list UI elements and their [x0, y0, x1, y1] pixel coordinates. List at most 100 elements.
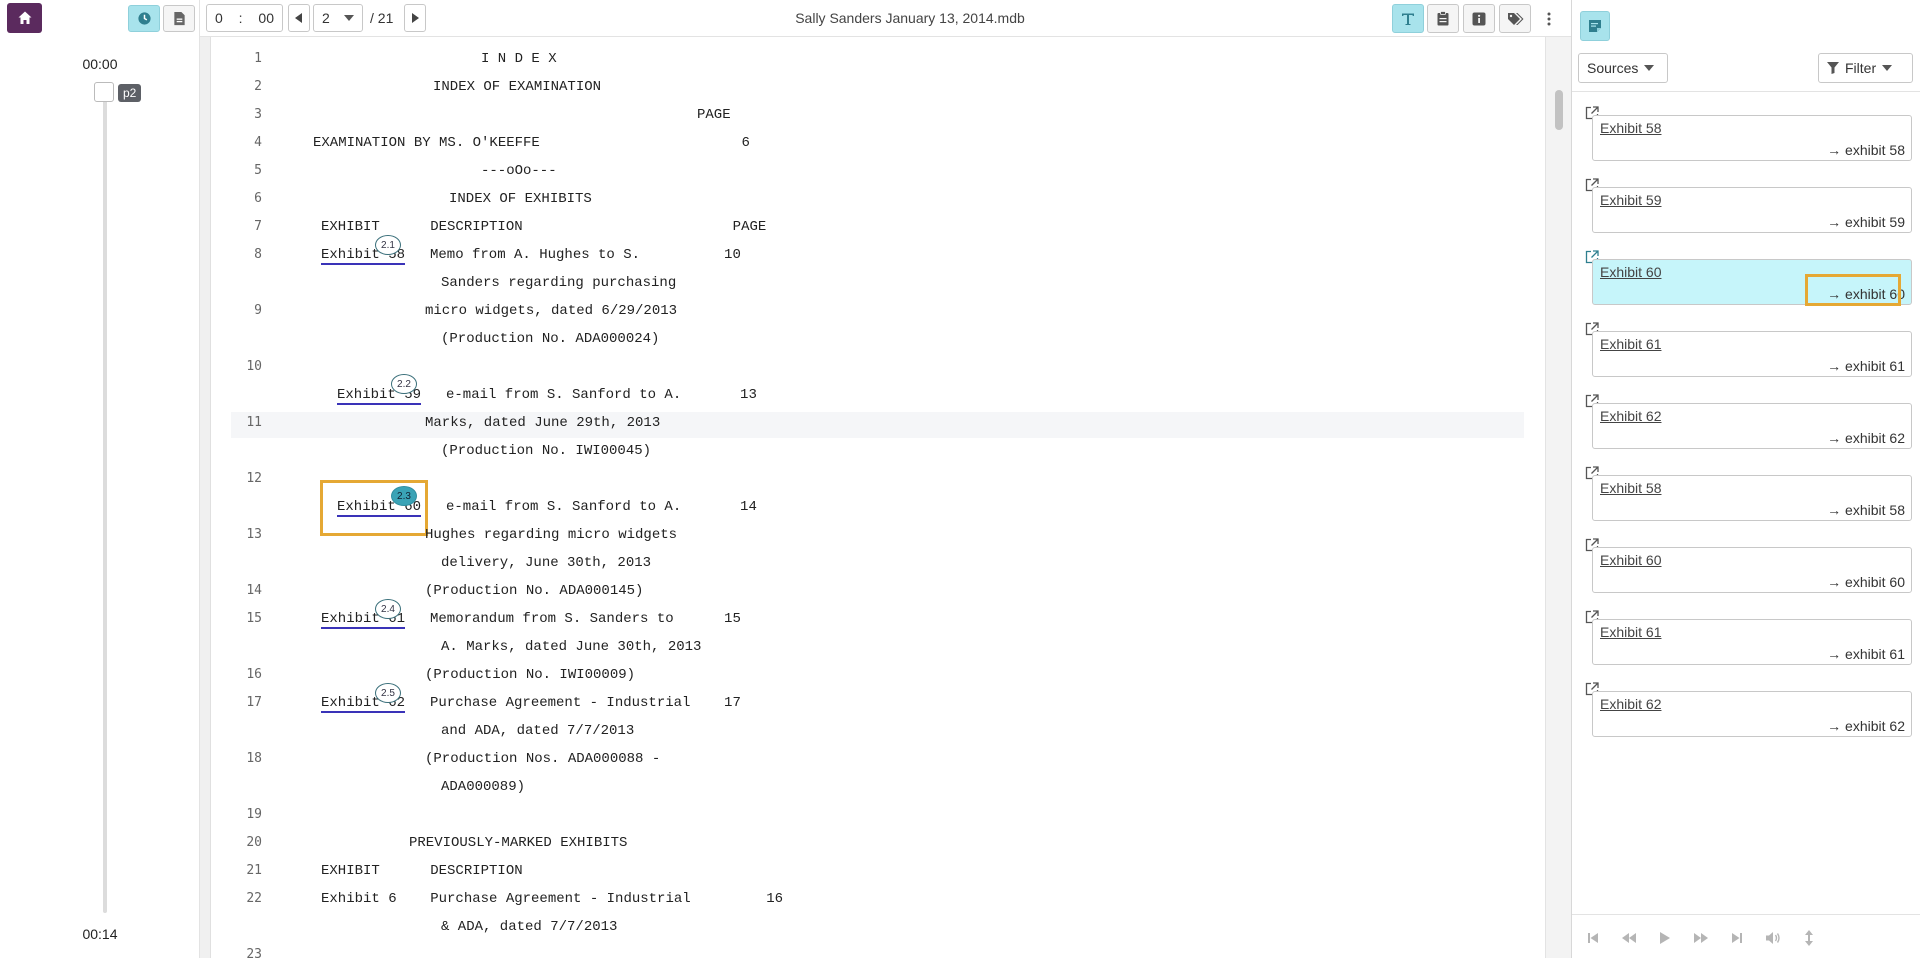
reference-target[interactable]: → exhibit 59 [1827, 214, 1905, 230]
line-number: 16 [246, 667, 262, 682]
line-number: 3 [254, 107, 262, 122]
prev-page-button[interactable] [288, 4, 310, 32]
reference-title[interactable]: Exhibit 62 [1600, 696, 1661, 712]
reference-card[interactable]: Exhibit 62 → exhibit 62 [1592, 691, 1912, 737]
reference-title[interactable]: Exhibit 59 [1600, 192, 1661, 208]
line-number: 4 [254, 135, 262, 150]
reference-card[interactable]: Exhibit 62 → exhibit 62 [1592, 403, 1912, 449]
kebab-icon [1547, 12, 1551, 26]
play-button[interactable] [1652, 925, 1678, 951]
skip-end-icon [1732, 933, 1742, 943]
reference-target[interactable]: → exhibit 58 [1827, 142, 1905, 158]
volume-icon [1766, 932, 1780, 944]
sticky-note-icon [1589, 20, 1601, 32]
tags-icon [1507, 12, 1523, 25]
time-minutes[interactable]: 00 [258, 10, 274, 26]
vertical-scrollbar[interactable] [1545, 37, 1571, 958]
transcript-text: INDEX OF EXHIBITS [449, 191, 592, 207]
reference-target[interactable]: → exhibit 62 [1827, 430, 1905, 446]
line-number: 15 [246, 611, 262, 626]
line-number: 6 [254, 191, 262, 206]
fast-forward-button[interactable] [1688, 925, 1714, 951]
home-icon [18, 11, 31, 24]
reference-title[interactable]: Exhibit 60 [1600, 264, 1661, 280]
reference-card[interactable]: Exhibit 61 → exhibit 61 [1592, 619, 1912, 665]
page-tag: p2 [118, 84, 142, 102]
next-page-button[interactable] [404, 4, 426, 32]
line-number: 2 [254, 79, 262, 94]
annotation-marker[interactable]: 2.4 [375, 599, 401, 619]
rewind-button[interactable] [1616, 925, 1642, 951]
transcript-text: A. Marks, dated June 30th, 2013 [441, 639, 702, 655]
time-input[interactable]: 0 : 00 [206, 4, 283, 32]
annotation-marker[interactable]: 2.5 [375, 683, 401, 703]
time-hours[interactable]: 0 [215, 10, 223, 26]
timeline-panel: 00:00 p2 00:14 [0, 0, 200, 958]
caret-down-icon [344, 15, 354, 21]
transcript-text: delivery, June 30th, 2013 [441, 555, 652, 571]
reference-card[interactable]: Exhibit 61 → exhibit 61 [1592, 331, 1912, 377]
page-mode-button[interactable] [163, 5, 195, 32]
skip-start-icon [1588, 933, 1598, 943]
scrollbar-thumb[interactable] [1555, 90, 1563, 130]
volume-button[interactable] [1760, 925, 1786, 951]
line-number: 12 [246, 471, 262, 486]
reference-target[interactable]: → exhibit 58 [1827, 502, 1905, 518]
timeline-handle[interactable] [94, 82, 114, 102]
reference-card[interactable]: Exhibit 58 → exhibit 58 [1592, 475, 1912, 521]
references-panel: Sources Filter Exhibit 58 → exhibit 58 E… [1571, 0, 1920, 958]
skip-end-button[interactable] [1724, 925, 1750, 951]
reference-card[interactable]: Exhibit 60 → exhibit 60 [1592, 547, 1912, 593]
resize-button[interactable] [1796, 925, 1822, 951]
reference-target[interactable]: → exhibit 61 [1827, 358, 1905, 374]
more-options-button[interactable] [1539, 6, 1559, 32]
reference-title[interactable]: Exhibit 58 [1600, 480, 1661, 496]
page-select[interactable]: 2 [313, 4, 363, 32]
reference-card[interactable]: Exhibit 58 → exhibit 58 [1592, 115, 1912, 161]
tags-button[interactable] [1499, 4, 1531, 33]
home-button[interactable] [7, 3, 42, 33]
skip-start-button[interactable] [1580, 925, 1606, 951]
reference-target[interactable]: → exhibit 62 [1827, 718, 1905, 734]
annotation-marker[interactable]: 2.1 [375, 235, 401, 255]
sources-dropdown[interactable]: Sources [1578, 53, 1668, 83]
annotation-marker[interactable]: 2.2 [391, 374, 417, 394]
reference-target[interactable]: → exhibit 61 [1827, 646, 1905, 662]
clock-mode-button[interactable] [128, 5, 160, 32]
timeline-start-time: 00:00 [82, 56, 118, 72]
clipboard-button[interactable] [1427, 4, 1459, 33]
transcript-text: (Production No. IWI00045) [441, 443, 652, 459]
line-number: 20 [246, 835, 262, 850]
line-number: 13 [246, 527, 262, 542]
reference-target[interactable]: → exhibit 60 [1827, 574, 1905, 590]
reference-card[interactable]: Exhibit 59 → exhibit 59 [1592, 187, 1912, 233]
reference-title[interactable]: Exhibit 61 [1600, 624, 1661, 640]
reference-title[interactable]: Exhibit 62 [1600, 408, 1661, 424]
vertical-resize-icon [1805, 930, 1813, 946]
transcript-text: e-mail from S. Sanford to A. 14 [446, 499, 757, 515]
line-number: 17 [246, 695, 262, 710]
selected-reference-outline [1805, 274, 1901, 306]
time-separator: : [238, 10, 243, 26]
selected-exhibit-outline [320, 480, 428, 536]
filter-dropdown[interactable]: Filter [1818, 53, 1913, 83]
line-number: 19 [246, 807, 262, 822]
page-select-value: 2 [322, 10, 330, 26]
text-view-button[interactable] [1392, 4, 1424, 33]
caret-down-icon [1644, 65, 1655, 71]
transcript-text: ---oOo--- [481, 163, 557, 179]
notes-button[interactable] [1580, 11, 1610, 41]
reference-title[interactable]: Exhibit 60 [1600, 552, 1661, 568]
media-player-bar [1572, 914, 1920, 958]
transcript-text: Marks, dated June 29th, 2013 [425, 415, 661, 431]
transcript-text: and ADA, dated 7/7/2013 [441, 723, 635, 739]
timeline-track[interactable] [103, 95, 107, 913]
reference-title[interactable]: Exhibit 58 [1600, 120, 1661, 136]
rewind-icon [1622, 933, 1636, 943]
info-button[interactable] [1463, 4, 1495, 33]
transcript-view[interactable]: 1 I N D E X 2 INDEX OF EXAMINATION 3 PAG… [200, 37, 1571, 958]
triangle-left-icon [295, 13, 302, 23]
reference-title[interactable]: Exhibit 61 [1600, 336, 1661, 352]
line-number: 9 [254, 303, 262, 318]
line-number: 14 [246, 583, 262, 598]
